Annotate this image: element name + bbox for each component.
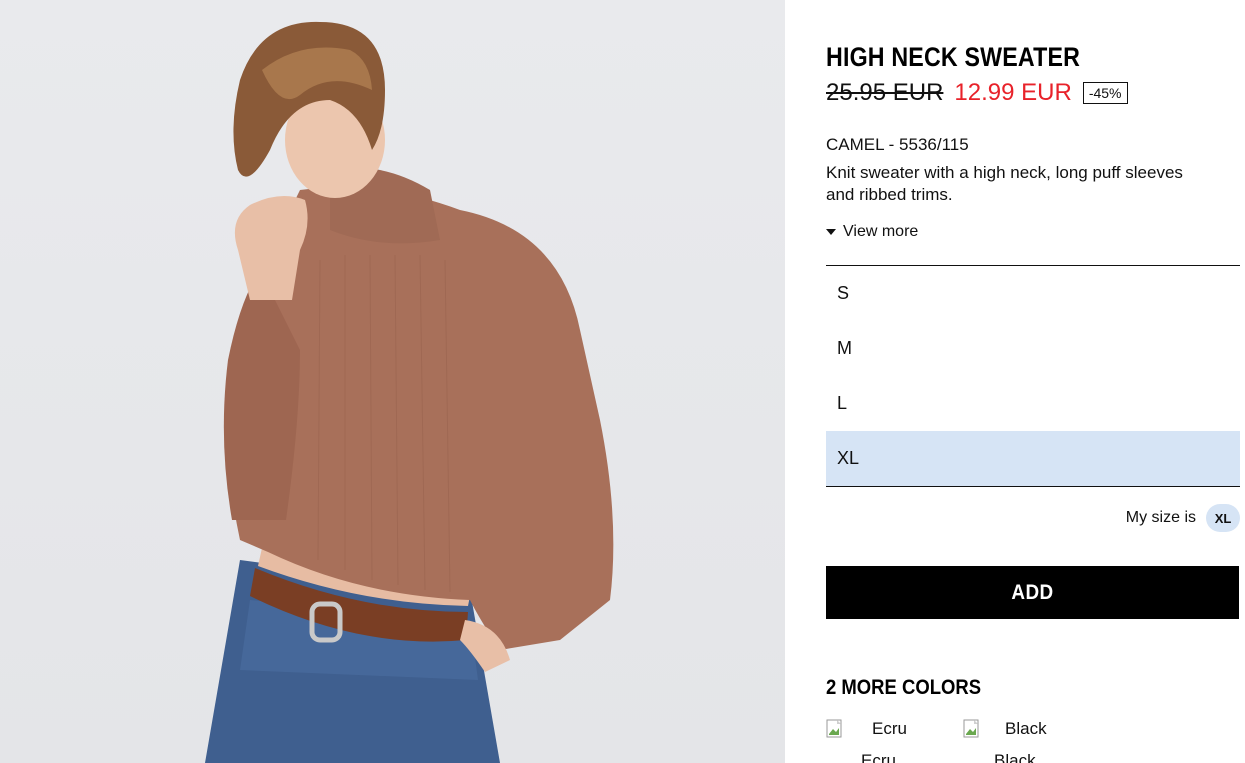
size-option-xl[interactable]: XL: [826, 431, 1240, 486]
size-label: L: [837, 393, 848, 413]
product-info-panel: HIGH NECK SWEATER 25.95 EUR 12.99 EUR -4…: [826, 0, 1245, 763]
size-option-s[interactable]: S: [826, 266, 1240, 321]
color-swatch-ecru[interactable]: Ecru Ecru: [826, 717, 956, 763]
swatch-name: Black: [994, 751, 1036, 763]
caret-down-icon: [826, 229, 836, 235]
price-row: 25.95 EUR 12.99 EUR -45%: [826, 79, 1128, 107]
swatch-alt-text: Black: [1005, 719, 1047, 738]
sale-price: 12.99 EUR: [954, 79, 1072, 106]
size-label: S: [837, 283, 850, 303]
size-option-l[interactable]: L: [826, 376, 1240, 431]
my-size-badge: XL: [1206, 504, 1240, 532]
my-size-label: My size is: [1125, 509, 1196, 526]
swatch-alt-text: Ecru: [872, 719, 907, 738]
more-colors-title: 2 MORE COLORS: [826, 676, 982, 699]
add-to-cart-button[interactable]: ADD: [826, 566, 1239, 619]
my-size-indicator[interactable]: My size is XL: [1126, 504, 1240, 532]
size-option-m[interactable]: M: [826, 321, 1240, 376]
color-swatch-black[interactable]: Black Black: [963, 717, 1093, 763]
broken-image-icon: [826, 719, 842, 738]
view-more-link[interactable]: View more: [826, 223, 918, 241]
size-label: M: [837, 338, 852, 358]
size-label: XL: [837, 448, 860, 468]
product-description: Knit sweater with a high neck, long puff…: [826, 163, 1183, 204]
discount-badge: -45%: [1082, 82, 1128, 104]
view-more-label: View more: [843, 223, 919, 240]
product-image[interactable]: [0, 0, 785, 763]
product-title: HIGH NECK SWEATER: [826, 42, 1081, 72]
add-button-label: ADD: [1011, 580, 1054, 604]
color-reference: CAMEL - 5536/115: [826, 135, 969, 154]
size-selector: S M L XL: [826, 265, 1240, 487]
old-price: 25.95 EUR: [826, 79, 944, 106]
model-illustration: [205, 21, 614, 763]
swatch-name: Ecru: [861, 751, 896, 763]
broken-image-icon: [963, 719, 979, 738]
